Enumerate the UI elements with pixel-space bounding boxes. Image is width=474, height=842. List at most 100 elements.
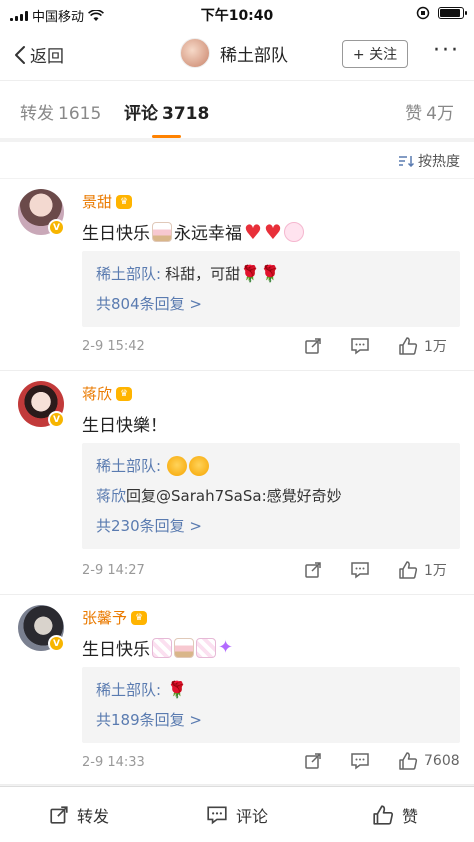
reply-button[interactable] [350, 337, 370, 355]
tab-label: 转发 [20, 104, 54, 124]
view-replies-link[interactable]: 共804条回复 > [96, 289, 446, 319]
battery-icon [438, 7, 467, 19]
share-icon [305, 753, 321, 769]
reply-box[interactable]: 稀土部队: 科甜，可甜 🌹 🌹 共804条回复 > [82, 251, 460, 327]
avatar [180, 38, 210, 68]
crown-badge-icon: ♛ [116, 194, 133, 209]
status-bar: 中国移动 下午10:40 [0, 0, 474, 28]
repost-button[interactable] [304, 752, 322, 770]
share-icon [50, 805, 68, 824]
rose-emoji-icon: 🌹 [260, 264, 280, 283]
tab-count: 1615 [58, 104, 102, 124]
comment-icon [351, 338, 369, 355]
rose-emoji-icon: 🌹 [167, 680, 187, 699]
comment-text-part: 永远幸福 [174, 224, 242, 244]
tab-repost[interactable]: 转发 1615 [20, 99, 101, 124]
tab-count: 3718 [162, 104, 210, 124]
comment-author[interactable]: 张馨予 ♛ [82, 607, 148, 628]
tab-likes[interactable]: 赞 4万 [405, 99, 454, 124]
reply-text: 科甜，可甜 [165, 265, 241, 283]
like-button[interactable]: 1万 [398, 560, 460, 580]
crown-badge-icon: ♛ [116, 386, 133, 401]
comment-text: 生日快乐 ✦ [82, 635, 233, 660]
comment-time: 2-9 14:33 [82, 755, 145, 770]
reply-author[interactable]: 蒋欣 [96, 481, 126, 511]
comment-actions: 1万 [276, 336, 460, 356]
like-button[interactable]: 1万 [398, 336, 460, 356]
sort-label: 按热度 [418, 154, 460, 170]
bottom-like-label: 赞 [401, 806, 418, 826]
comment-text: 生日快乐 永远幸福 ♥ ♥ [82, 219, 304, 244]
comment-time: 2-9 14:27 [82, 563, 145, 578]
reply-author[interactable]: 稀土部队: [96, 675, 161, 705]
reply-line: 蒋欣 回复@Sarah7SaSa:感覺好奇妙 [96, 481, 446, 511]
nav-user[interactable]: 稀土部队 [180, 38, 288, 68]
more-button[interactable]: ··· [433, 40, 460, 62]
comment-text-part: 生日快乐 [82, 640, 150, 660]
page-title: 稀土部队 [220, 45, 288, 66]
verified-badge-icon: V [48, 635, 65, 652]
comment-author[interactable]: 蒋欣 ♛ [82, 383, 133, 404]
heart-emoji-icon: ♥ [244, 219, 262, 244]
share-icon [305, 562, 321, 578]
chevron-left-icon [15, 45, 25, 64]
repost-button[interactable] [304, 561, 322, 579]
tab-bar: 转发 1615 评论 3718 赞 4万 [0, 80, 474, 138]
back-label: 返回 [30, 47, 64, 67]
thumbs-up-icon [399, 337, 418, 355]
reply-line: 稀土部队: 🌹 [96, 675, 446, 705]
thumbs-up-icon [373, 804, 393, 825]
sort-icon [399, 156, 414, 167]
verified-badge-icon: V [48, 219, 65, 236]
reply-button[interactable] [350, 752, 370, 770]
comment-text: 生日快樂！ [82, 416, 167, 436]
like-count: 7608 [424, 753, 460, 769]
reply-line: 稀土部队: [96, 451, 446, 481]
reply-button[interactable] [350, 561, 370, 579]
nav-bar: 返回 稀土部队 + 关注 ··· [0, 28, 474, 80]
thumbs-up-icon [399, 752, 418, 770]
crown-badge-icon: ♛ [131, 610, 148, 625]
reply-box[interactable]: 稀土部队: 蒋欣 回复@Sarah7SaSa:感覺好奇妙 共230条回复 > [82, 443, 460, 549]
comment-icon [351, 753, 369, 770]
reply-line: 稀土部队: 科甜，可甜 🌹 🌹 [96, 259, 446, 289]
bunny-emoji-icon [283, 221, 304, 242]
comment-time: 2-9 15:42 [82, 339, 145, 354]
author-name: 蒋欣 [82, 385, 113, 403]
repost-button[interactable] [304, 337, 322, 355]
comment-author[interactable]: 景甜 ♛ [82, 191, 133, 212]
bottom-comment-label: 评论 [235, 806, 268, 826]
bottom-repost-button[interactable]: 转发 [0, 787, 158, 842]
sort-bar: 按热度 [0, 142, 474, 178]
reply-author[interactable]: 稀土部队: [96, 259, 161, 289]
follow-button[interactable]: + 关注 [342, 40, 408, 68]
tab-comments[interactable]: 评论 3718 [124, 99, 210, 138]
comment-actions: 1万 [276, 560, 460, 580]
reply-author[interactable]: 稀土部队: [96, 451, 161, 481]
like-button[interactable]: 7608 [398, 752, 460, 770]
comment-actions: 7608 [276, 752, 460, 770]
rose-emoji-icon: 🌹 [240, 264, 260, 283]
like-count: 1万 [424, 563, 447, 579]
back-button[interactable]: 返回 [14, 42, 64, 67]
tab-count: 4万 [426, 104, 454, 124]
comment-item: V 景甜 ♛ 生日快乐 永远幸福 ♥ ♥ 稀土部队: 科甜，可甜 🌹 🌹 共80… [0, 179, 474, 371]
bottom-repost-label: 转发 [76, 806, 109, 826]
view-replies-link[interactable]: 共230条回复 > [96, 511, 446, 541]
rotation-lock-icon [416, 6, 430, 20]
gift-emoji-icon [152, 637, 172, 658]
gift-emoji-icon [196, 637, 216, 658]
reply-text: 回复@Sarah7SaSa:感覺好奇妙 [126, 487, 342, 505]
bottom-like-button[interactable]: 赞 [316, 787, 474, 842]
sort-button[interactable]: 按热度 [398, 151, 460, 171]
blush-emoji-icon [167, 456, 188, 476]
reply-box[interactable]: 稀土部队: 🌹 共189条回复 > [82, 667, 460, 743]
blush-emoji-icon [189, 456, 210, 476]
tab-label: 赞 [405, 104, 423, 124]
comment-item: V 张馨予 ♛ 生日快乐 ✦ 稀土部队: 🌹 共189条回复 > 2-9 14:… [0, 595, 474, 785]
view-replies-link[interactable]: 共189条回复 > [96, 705, 446, 735]
comment-text-part: 生日快乐 [82, 224, 150, 244]
comment-item: V 蒋欣 ♛ 生日快樂！ 稀土部队: 蒋欣 回复@Sarah7SaSa:感覺好奇… [0, 371, 474, 595]
like-count: 1万 [424, 339, 447, 355]
bottom-comment-button[interactable]: 评论 [158, 787, 316, 842]
